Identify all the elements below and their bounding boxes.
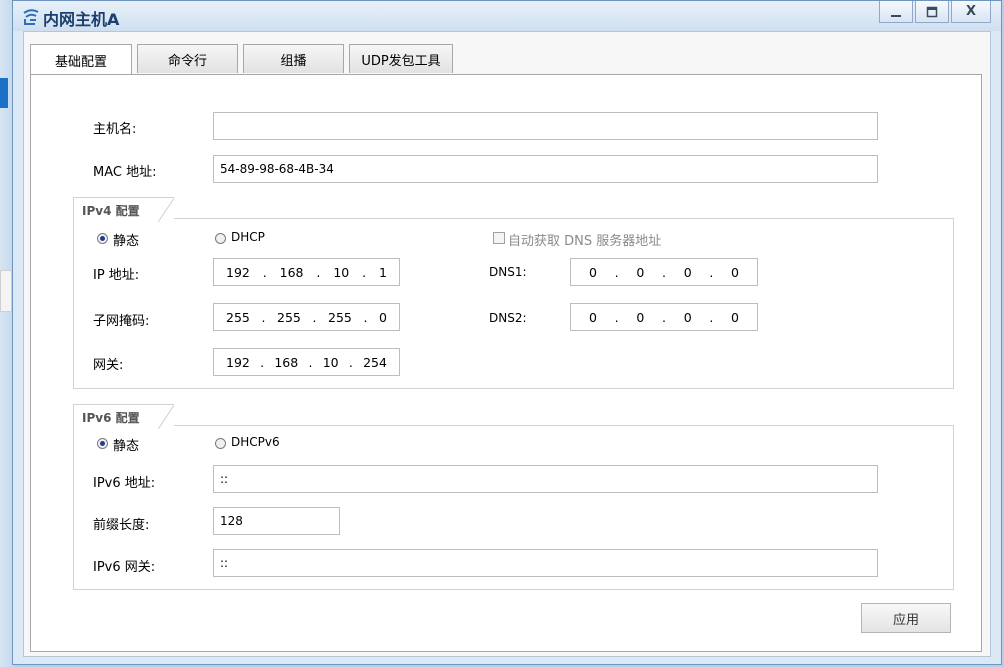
minimize-icon bbox=[891, 14, 901, 17]
close-button[interactable]: X bbox=[951, 1, 991, 23]
mask-dot-2: . bbox=[312, 309, 317, 325]
ipv6-dhcp-label: DHCPv6 bbox=[231, 435, 280, 449]
hostname-label: 主机名: bbox=[93, 122, 137, 137]
mask-octet-2: 255 bbox=[277, 309, 301, 325]
gateway-label: 网关: bbox=[93, 358, 124, 373]
tab-basic-config[interactable]: 基础配置 bbox=[30, 44, 132, 75]
mask-octet-4: 0 bbox=[379, 309, 387, 325]
ipv4-dhcp-radio[interactable] bbox=[215, 233, 226, 244]
basic-config-panel: 主机名: MAC 地址: 54-89-98-68-4B-34 IPv4 配置 静… bbox=[30, 74, 982, 652]
minimize-button[interactable] bbox=[879, 1, 913, 23]
ipv4-static-label: 静态 bbox=[113, 234, 140, 249]
dns2-octet-2: 0 bbox=[636, 309, 645, 325]
dns2-octet-3: 0 bbox=[683, 309, 692, 325]
ip-dot-1: . bbox=[262, 264, 267, 280]
gw-octet-3: 10 bbox=[322, 354, 339, 370]
mac-label: MAC 地址: bbox=[93, 165, 157, 180]
tab-command-line-label: 命令行 bbox=[167, 53, 207, 69]
apply-button[interactable]: 应用 bbox=[861, 603, 951, 633]
dns1-dot-3: . bbox=[709, 264, 714, 280]
dns1-octet-3: 0 bbox=[683, 264, 692, 280]
ip-octet-4: 1 bbox=[379, 264, 387, 280]
mask-octet-3: 255 bbox=[328, 309, 352, 325]
maximize-button[interactable] bbox=[915, 1, 949, 23]
host-config-window: 内网主机A X 基础配置 命令行 组播 UDP发包工具 主机名: MAC 地址: bbox=[12, 0, 1002, 665]
dns2-octet-4: 0 bbox=[731, 309, 739, 325]
gw-dot-1: . bbox=[260, 354, 265, 370]
gw-octet-1: 192 bbox=[226, 354, 250, 370]
ip-octet-1: 192 bbox=[226, 264, 250, 280]
gw-dot-2: . bbox=[308, 354, 313, 370]
host-app-icon bbox=[23, 9, 39, 25]
maximize-icon bbox=[926, 6, 938, 17]
window-controls: X bbox=[877, 1, 991, 23]
prefix-length-label: 前缀长度: bbox=[93, 518, 150, 533]
ip-dot-2: . bbox=[316, 264, 321, 280]
ipv6-static-label: 静态 bbox=[113, 439, 140, 454]
ip-address-label: IP 地址: bbox=[93, 268, 140, 283]
ipv6-gateway-label: IPv6 网关: bbox=[93, 560, 156, 575]
subnet-mask-field[interactable]: 255. 255. 255. 0 bbox=[213, 303, 400, 331]
subnet-mask-label: 子网掩码: bbox=[93, 314, 150, 329]
dns2-dot-3: . bbox=[709, 309, 714, 325]
ipv6-section-title: IPv6 配置 bbox=[73, 404, 174, 429]
dns2-dot-2: . bbox=[662, 309, 666, 325]
dns1-dot-2: . bbox=[662, 264, 666, 280]
tab-bar: 基础配置 命令行 组播 UDP发包工具 bbox=[30, 44, 458, 75]
gw-dot-3: . bbox=[348, 354, 353, 370]
auto-dns-label: 自动获取 DNS 服务器地址 bbox=[508, 234, 662, 249]
tab-command-line[interactable]: 命令行 bbox=[137, 44, 238, 73]
ipv4-static-radio[interactable] bbox=[97, 233, 108, 244]
dns1-octet-2: 0 bbox=[636, 264, 645, 280]
ip-dot-3: . bbox=[362, 264, 367, 280]
dns2-field[interactable]: 0. 0. 0. 0 bbox=[570, 303, 758, 331]
dns2-label: DNS2: bbox=[489, 311, 527, 325]
tab-multicast[interactable]: 组播 bbox=[243, 44, 344, 73]
ipv6-gateway-field[interactable]: :: bbox=[213, 549, 878, 577]
gw-octet-4: 254 bbox=[363, 354, 387, 370]
window-client-area: 基础配置 命令行 组播 UDP发包工具 主机名: MAC 地址: 54-89-9… bbox=[23, 31, 991, 657]
ip-address-field[interactable]: 192. 168. 10. 1 bbox=[213, 258, 400, 286]
ipv4-dhcp-label: DHCP bbox=[231, 230, 265, 244]
dns1-field[interactable]: 0. 0. 0. 0 bbox=[570, 258, 758, 286]
ipv6-static-radio[interactable] bbox=[97, 438, 108, 449]
ipv6-address-label: IPv6 地址: bbox=[93, 476, 156, 491]
tab-udp-tool-label: UDP发包工具 bbox=[361, 53, 441, 69]
tab-udp-tool[interactable]: UDP发包工具 bbox=[349, 44, 453, 73]
background-panel-edge bbox=[0, 270, 12, 312]
close-icon: X bbox=[965, 4, 977, 19]
mask-octet-1: 255 bbox=[226, 309, 250, 325]
mac-field[interactable]: 54-89-98-68-4B-34 bbox=[213, 155, 878, 183]
hostname-input[interactable] bbox=[213, 112, 878, 140]
auto-dns-checkbox[interactable] bbox=[493, 232, 505, 244]
mask-dot-1: . bbox=[261, 309, 266, 325]
ip-octet-2: 168 bbox=[279, 264, 304, 280]
dns2-dot-1: . bbox=[614, 309, 619, 325]
window-title: 内网主机A bbox=[43, 10, 120, 29]
prefix-length-field[interactable]: 128 bbox=[213, 507, 340, 535]
mask-dot-3: . bbox=[363, 309, 368, 325]
tab-multicast-label: 组播 bbox=[280, 53, 307, 69]
dns2-octet-1: 0 bbox=[589, 309, 597, 325]
dns1-dot-1: . bbox=[614, 264, 619, 280]
dns1-octet-1: 0 bbox=[589, 264, 597, 280]
gateway-field[interactable]: 192. 168. 10. 254 bbox=[213, 348, 400, 376]
dns1-label: DNS1: bbox=[489, 265, 527, 279]
tab-basic-config-label: 基础配置 bbox=[54, 54, 107, 70]
title-bar[interactable]: 内网主机A X bbox=[13, 1, 1001, 31]
ip-octet-3: 10 bbox=[333, 264, 350, 280]
dns1-octet-4: 0 bbox=[731, 264, 739, 280]
ipv6-address-field[interactable]: :: bbox=[213, 465, 878, 493]
background-marker bbox=[0, 78, 8, 108]
gw-octet-2: 168 bbox=[274, 354, 299, 370]
ipv4-section-title: IPv4 配置 bbox=[73, 197, 174, 222]
ipv6-dhcp-radio[interactable] bbox=[215, 438, 226, 449]
